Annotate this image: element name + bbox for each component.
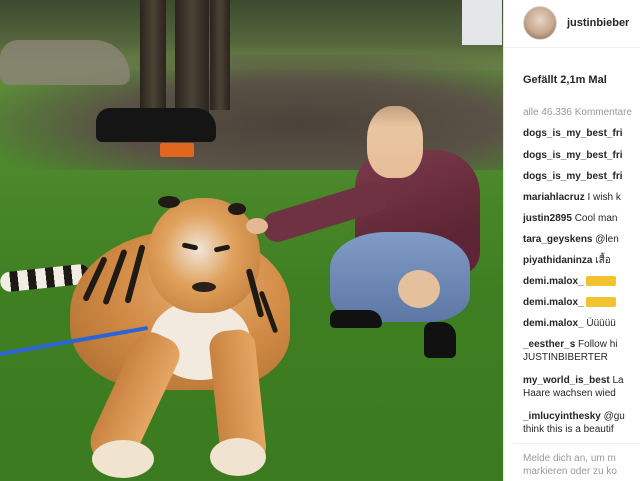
divider xyxy=(514,443,640,444)
comment-username[interactable]: dogs_is_my_best_fri xyxy=(523,128,623,139)
tree-trunk xyxy=(140,0,166,125)
comment-item: dogs_is_my_best_fri xyxy=(523,127,623,140)
comment-item: mariahlacruz I wish k xyxy=(523,191,621,204)
bag-orange-tag xyxy=(160,143,194,157)
comment-item: dogs_is_my_best_fri xyxy=(523,170,623,183)
comment-username[interactable]: justin2895 xyxy=(523,213,572,224)
comment-username[interactable]: dogs_is_my_best_fri xyxy=(523,171,623,182)
comment-item: _eesther_s Follow hi JUSTINBIBERTER xyxy=(523,338,618,364)
login-prompt-line: markieren oder zu ko xyxy=(523,466,617,477)
username-link[interactable]: justinbieber xyxy=(567,17,629,29)
comment-item: demi.malox_ xyxy=(523,275,617,288)
comment-text: Haare wachsen wied xyxy=(523,388,616,399)
comment-text: JUSTINBIBERTER xyxy=(523,352,608,363)
comment-item: _imlucyinthesky @gu think this is a beau… xyxy=(523,410,625,436)
comment-item: my_world_is_best La Haare wachsen wied xyxy=(523,374,624,400)
comment-item: demi.malox_ Üüüüü xyxy=(523,317,616,330)
comment-username[interactable]: _eesther_s xyxy=(523,339,575,350)
comment-username[interactable]: mariahlacruz xyxy=(523,192,585,203)
login-prompt-line: Melde dich an, um m xyxy=(523,453,616,464)
comment-item: justin2895 Cool man xyxy=(523,212,618,225)
likes-count[interactable]: Gefällt 2,1m Mal xyxy=(523,74,607,86)
comment-item: dogs_is_my_best_fri xyxy=(523,149,623,162)
post-photo[interactable] xyxy=(0,0,503,481)
comment-username[interactable]: demi.malox_ xyxy=(523,318,584,329)
background-rock xyxy=(0,40,130,85)
comment-text: @len xyxy=(592,234,619,245)
login-to-comment-prompt[interactable]: Melde dich an, um m markieren oder zu ko xyxy=(523,452,617,478)
comment-username[interactable]: demi.malox_ xyxy=(523,297,584,308)
bag xyxy=(96,108,216,142)
tree-trunk xyxy=(175,0,209,118)
tiger-head xyxy=(148,198,260,313)
emoji-icon xyxy=(586,297,617,308)
comment-item: demi.malox_ xyxy=(523,296,617,309)
emoji-icon xyxy=(586,276,617,287)
comment-username[interactable]: dogs_is_my_best_fri xyxy=(523,150,623,161)
man-jeans xyxy=(330,232,470,322)
tiger-ear xyxy=(228,203,246,215)
comment-username[interactable]: _imlucyinthesky xyxy=(523,411,601,422)
background-post xyxy=(462,0,502,45)
tiger-nose xyxy=(192,282,216,292)
man-knee xyxy=(398,270,440,308)
comment-text: La xyxy=(609,375,624,386)
man-shoe xyxy=(330,310,382,328)
post-header: justinbieber xyxy=(504,0,640,48)
load-more-comments-link[interactable]: alle 46.336 Kommentare xyxy=(523,107,632,118)
avatar[interactable] xyxy=(523,6,557,40)
comment-text: Follow hi xyxy=(575,339,618,350)
comment-username[interactable]: my_world_is_best xyxy=(523,375,610,386)
post-sidebar: justinbieber Gefällt 2,1m Mal alle 46.33… xyxy=(503,0,640,481)
man-shoe xyxy=(424,322,456,358)
man-hand xyxy=(246,218,268,234)
comment-text: Üüüüü xyxy=(583,318,616,329)
comment-text: Cool man xyxy=(571,213,618,224)
man-head xyxy=(367,106,423,178)
comment-text: think this is a beautif xyxy=(523,424,614,435)
comment-item: tara_geyskens @len xyxy=(523,233,619,246)
comment-username[interactable]: tara_geyskens xyxy=(523,234,593,245)
comment-text: I wish k xyxy=(584,192,621,203)
tiger-ear xyxy=(158,196,180,208)
comment-text: @gu xyxy=(600,411,625,422)
comment-item: piyathidaninza เสื้อ xyxy=(523,254,611,267)
comment-username[interactable]: piyathidaninza xyxy=(523,255,592,266)
comment-username[interactable]: demi.malox_ xyxy=(523,276,584,287)
tree-trunk xyxy=(210,0,230,110)
tiger-paw xyxy=(92,440,154,478)
tiger-paw xyxy=(210,438,266,476)
comment-text: เสื้อ xyxy=(592,255,611,266)
